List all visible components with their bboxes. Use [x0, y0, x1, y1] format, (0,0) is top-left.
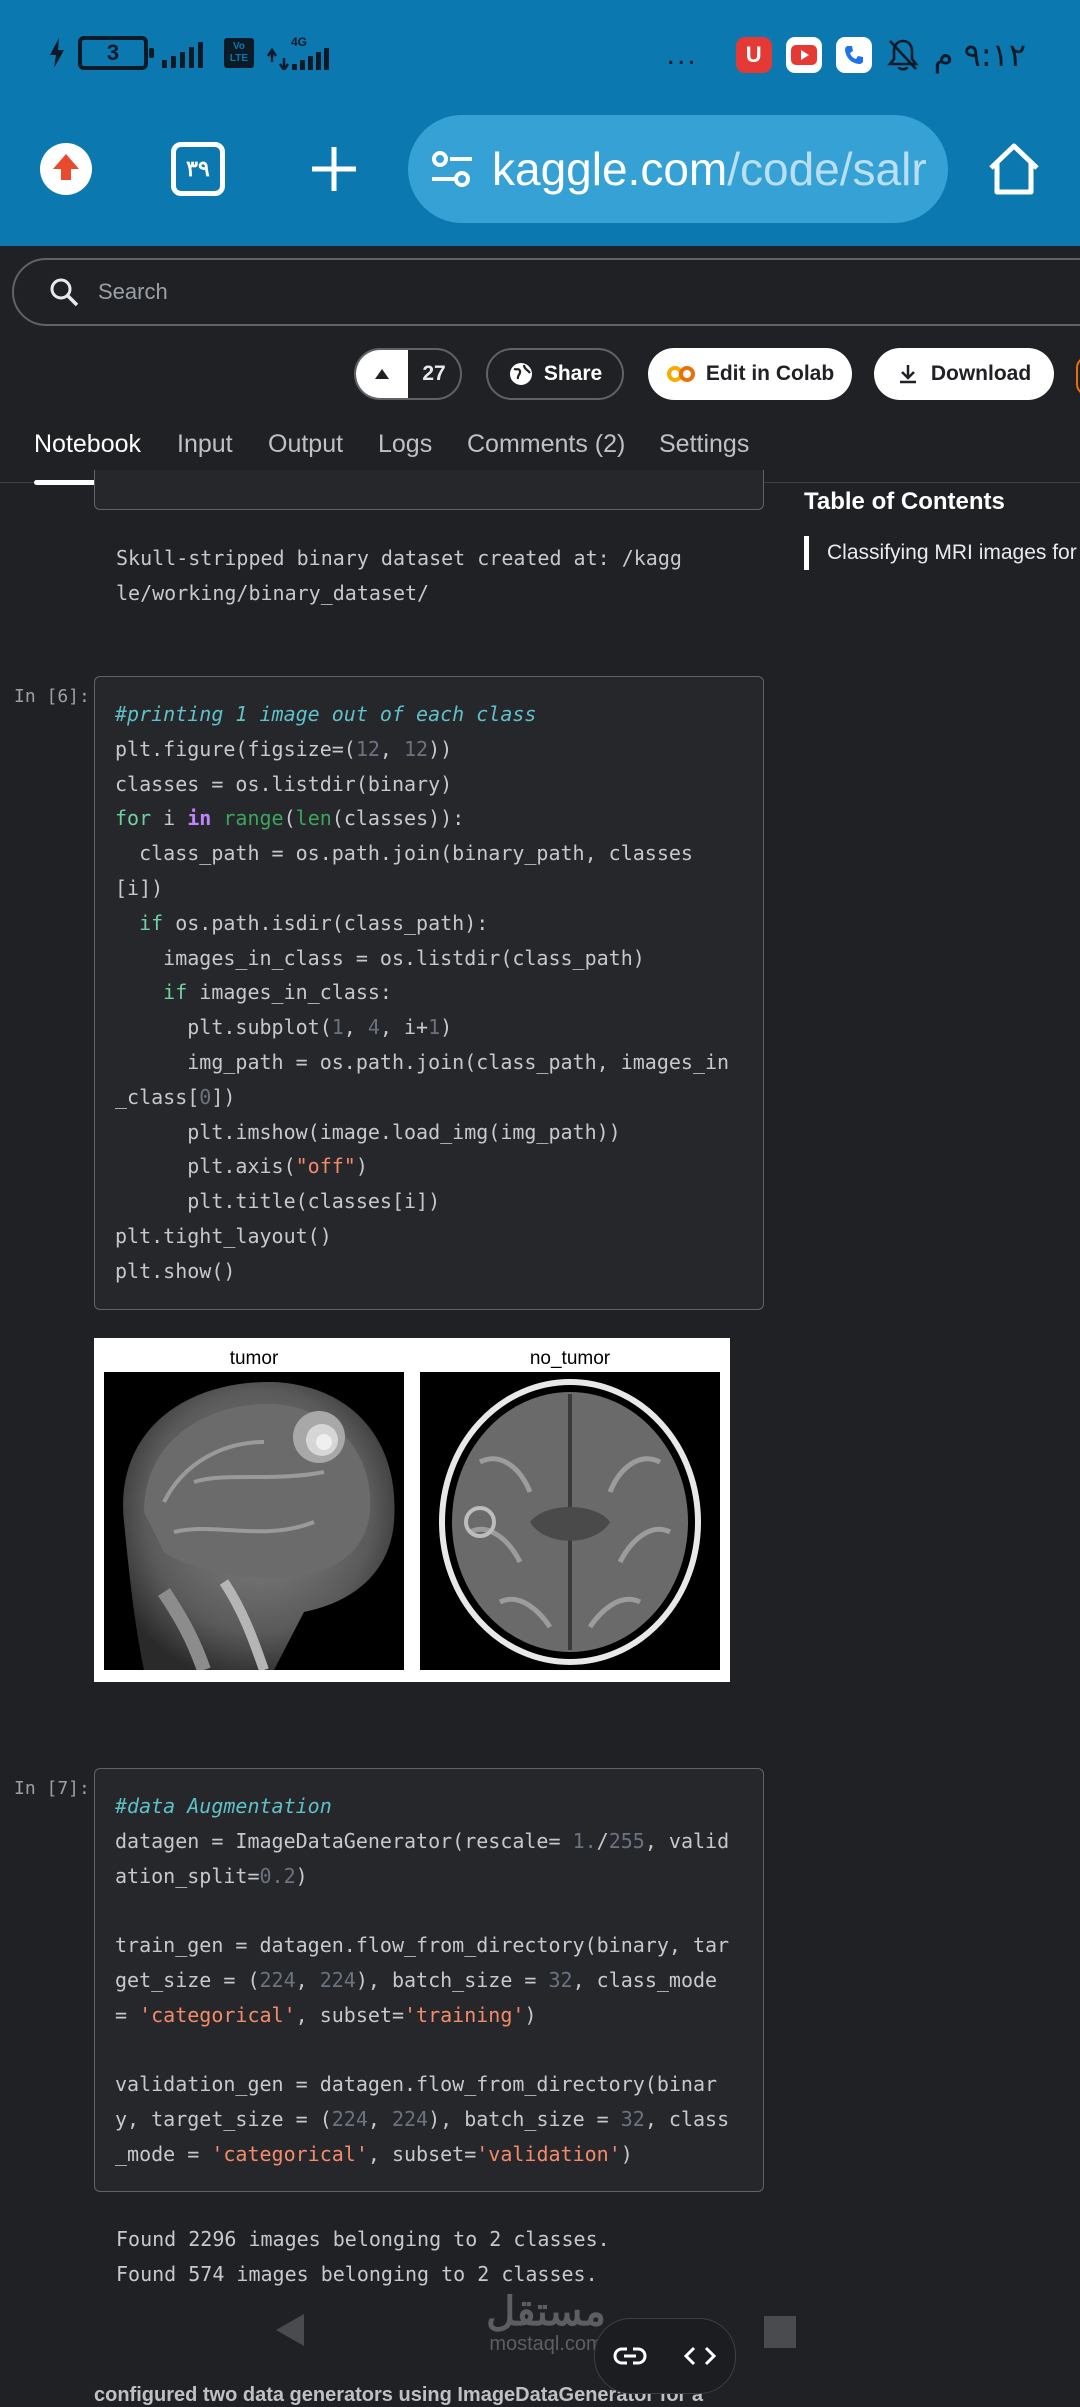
- code-text: #printing 1 image out of each class plt.…: [115, 702, 730, 1283]
- code-icon[interactable]: [683, 2344, 717, 2368]
- url-domain: kaggle.com: [492, 143, 728, 195]
- signal-icon-2: [266, 48, 329, 70]
- caret-up-icon: [375, 369, 389, 379]
- figure-title: no_tumor: [529, 1348, 611, 1369]
- download-button[interactable]: Download: [874, 348, 1054, 400]
- youtube-icon: [785, 37, 822, 73]
- bell-muted-icon: [886, 39, 919, 71]
- vote-control[interactable]: 27: [354, 348, 462, 400]
- cell-output-text: Found 2296 images belonging to 2 classes…: [116, 2222, 610, 2292]
- tabs-button[interactable]: ٣٩: [168, 139, 228, 199]
- toc-item[interactable]: Classifying MRI images for: [804, 536, 1080, 570]
- battery-icon: 3: [78, 36, 154, 70]
- code-cell-partial[interactable]: [94, 470, 764, 510]
- more-notifications: ...: [666, 38, 698, 71]
- mri-image-no-tumor: [420, 1372, 720, 1670]
- tabs-count-icon: ٣٩: [171, 142, 225, 196]
- more-actions-partial[interactable]: [1076, 356, 1080, 396]
- tab-logs[interactable]: Logs: [378, 430, 432, 459]
- back-triangle-icon: [276, 2314, 304, 2346]
- search-icon: [50, 278, 79, 307]
- upvote-button[interactable]: [356, 350, 408, 398]
- clock: ٩:١٢ م: [933, 36, 1026, 74]
- floating-link-toolbar: [594, 2318, 736, 2394]
- output-line: Found 574 images belonging to 2 classes.: [116, 2262, 598, 2286]
- plus-icon: [312, 147, 356, 191]
- app-u-icon: U: [735, 37, 772, 73]
- phone-icon: [835, 37, 872, 73]
- toc-title: Table of Contents: [804, 488, 1005, 515]
- mri-image-tumor: [104, 1372, 404, 1670]
- colab-label: Edit in Colab: [705, 362, 835, 385]
- share-label: Share: [543, 362, 603, 385]
- tab-input[interactable]: Input: [177, 430, 233, 459]
- nav-back-button[interactable]: [272, 2312, 308, 2348]
- status-bar-right: ... U ٩:١٢ م: [667, 36, 1026, 74]
- cell-prompt: In [6]:: [14, 686, 90, 707]
- watermark-text: مستقل: [486, 2290, 606, 2334]
- url-path: /code/salr: [727, 143, 927, 195]
- output-line: Found 2296 images belonging to 2 classes…: [116, 2227, 610, 2251]
- cell-prompt: In [7]:: [14, 1778, 90, 1799]
- new-tab-button[interactable]: [304, 139, 364, 199]
- battery-level: 3: [106, 40, 120, 65]
- download-icon: [899, 365, 916, 384]
- signal-4g: 4G: [266, 36, 332, 70]
- output-line: Skull-stripped binary dataset created at…: [116, 546, 682, 570]
- browser-toolbar: 3 Vo LTE 4G ... U ٩:١٢ م ٣٩ kaggle.com/c…: [0, 0, 1080, 246]
- globe-icon: [509, 363, 532, 385]
- volte-icon: Vo LTE: [224, 38, 254, 68]
- search-bar[interactable]: Search: [12, 258, 1080, 326]
- charging-icon: [50, 38, 64, 68]
- output-line: le/working/binary_dataset/: [116, 581, 430, 605]
- code-cell[interactable]: #printing 1 image out of each class plt.…: [94, 676, 764, 1310]
- code-cell[interactable]: #data Augmentation datagen = ImageDataGe…: [94, 1768, 764, 2192]
- link-icon[interactable]: [613, 2345, 647, 2367]
- figure-title: tumor: [229, 1348, 279, 1369]
- vote-count: 27: [422, 362, 446, 385]
- edit-in-colab-button[interactable]: Edit in Colab: [648, 348, 852, 400]
- tab-comments[interactable]: Comments (2): [467, 430, 625, 459]
- network-type: 4G: [290, 35, 307, 49]
- address-bar[interactable]: kaggle.com/code/salr: [408, 115, 948, 223]
- site-settings-icon: [432, 151, 472, 187]
- url-text: kaggle.com/code/salr: [492, 142, 927, 196]
- colab-icon: [666, 366, 695, 382]
- upload-button[interactable]: [36, 139, 96, 199]
- download-label: Download: [930, 362, 1032, 385]
- tab-notebook[interactable]: Notebook: [34, 430, 142, 485]
- code-text: #data Augmentation datagen = ImageDataGe…: [115, 1794, 730, 2166]
- figure-output: tumor no_tumor: [94, 1338, 730, 1682]
- signal-icon: [162, 42, 203, 68]
- tab-output[interactable]: Output: [268, 430, 343, 459]
- home-button[interactable]: [984, 139, 1044, 199]
- home-icon: [989, 143, 1039, 195]
- upload-arrow-icon: [40, 143, 92, 195]
- nav-recents-button[interactable]: [764, 2316, 796, 2348]
- cell-output-text: Skull-stripped binary dataset created at…: [116, 541, 682, 611]
- share-button[interactable]: Share: [486, 348, 624, 400]
- tab-settings[interactable]: Settings: [659, 430, 749, 459]
- search-placeholder: Search: [98, 279, 168, 304]
- status-bar-left: 3 Vo LTE 4G: [48, 36, 332, 70]
